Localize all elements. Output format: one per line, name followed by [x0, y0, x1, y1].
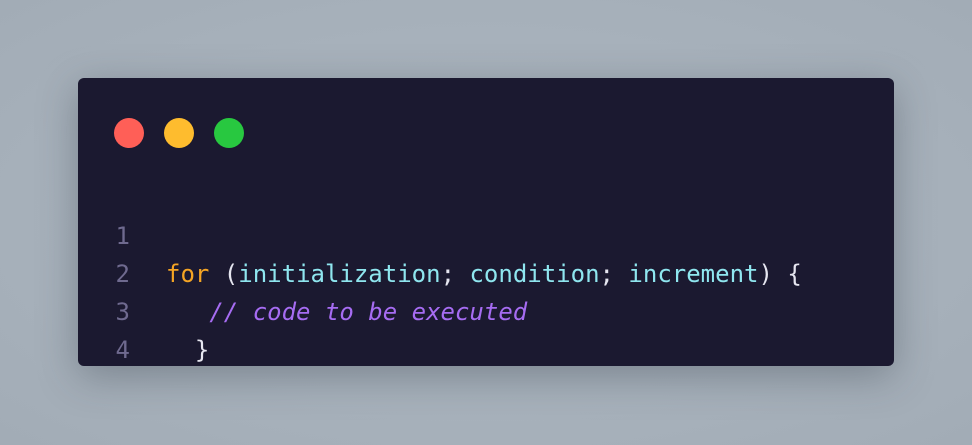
window-controls	[114, 118, 244, 148]
code-line-1: 1 for (initialization; condition; increm…	[78, 179, 894, 288]
punct-token: }	[166, 336, 210, 364]
minimize-dot-icon[interactable]	[164, 118, 194, 148]
line-number: 4	[115, 336, 130, 364]
code-window: 1 for (initialization; condition; increm…	[78, 78, 894, 366]
line-content: }	[166, 331, 209, 369]
code-line-3: 3 }	[78, 255, 894, 364]
code-block: 1 for (initialization; condition; increm…	[78, 179, 894, 364]
close-dot-icon[interactable]	[114, 118, 144, 148]
code-line-4: 4	[78, 293, 894, 364]
maximize-dot-icon[interactable]	[214, 118, 244, 148]
code-line-2: 2 // code to be executed	[78, 217, 894, 326]
